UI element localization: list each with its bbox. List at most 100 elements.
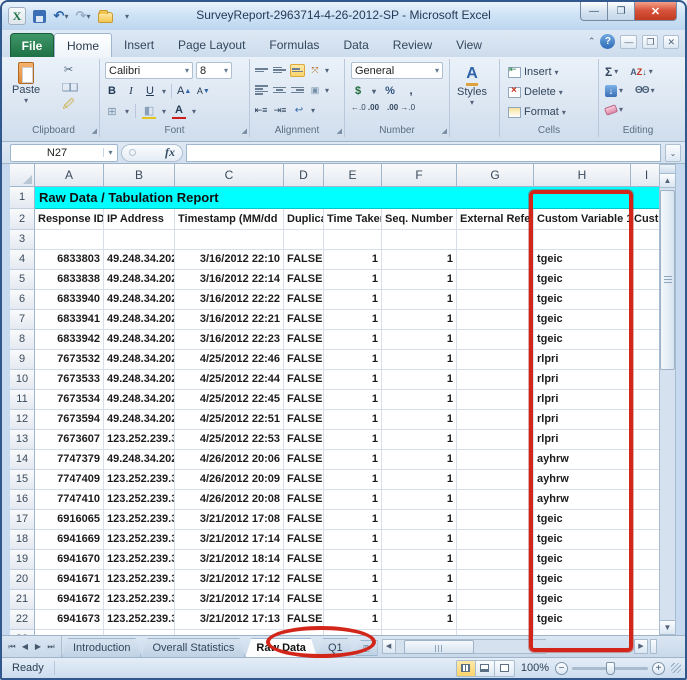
clipboard-dialog-launcher[interactable]: ◢ [92,127,97,135]
data-cell[interactable]: 1 [324,410,382,430]
maximize-button[interactable]: ❐ [608,2,635,21]
borders-button[interactable]: ⊞ [105,103,119,119]
row-number[interactable]: 7 [10,310,35,330]
paste-button[interactable]: Paste ▾ [12,62,40,105]
data-cell[interactable]: 3/21/2012 17:08 [175,510,284,530]
decrease-decimal-button[interactable]: .00 →.0 [387,103,415,112]
data-cell[interactable]: FALSE [284,590,324,610]
data-cell[interactable]: 4/25/2012 22:45 [175,390,284,410]
data-cell[interactable]: FALSE [284,470,324,490]
data-cell[interactable] [631,250,662,270]
data-cell[interactable]: 123.252.239.3 [104,470,175,490]
sheet-tab-raw-data[interactable]: Raw Data [245,638,317,657]
row-number[interactable]: 9 [10,350,35,370]
file-tab[interactable]: File [10,33,54,57]
data-cell[interactable]: 6941670 [35,550,104,570]
copy-button[interactable]: ❏❏ [60,80,77,95]
data-cell[interactable]: 49.248.34.202 [104,450,175,470]
data-cell[interactable] [631,450,662,470]
data-cell[interactable]: 1 [382,550,457,570]
ribbon-tab-home[interactable]: Home [54,33,112,57]
data-cell[interactable]: 1 [382,390,457,410]
data-cell[interactable]: 4/25/2012 22:53 [175,430,284,450]
column-header-I[interactable]: I [631,164,662,187]
column-header-E[interactable]: E [324,164,382,187]
data-cell[interactable]: FALSE [284,530,324,550]
data-cell[interactable]: ayhrw [534,450,631,470]
autosum-button[interactable]: Σ [605,65,612,79]
next-sheet-icon[interactable]: ▶ [32,642,44,651]
customize-qat-button[interactable]: ▾ [118,7,136,25]
data-cell[interactable]: 1 [382,430,457,450]
data-cell[interactable]: 1 [324,330,382,350]
row-number[interactable]: 4 [10,250,35,270]
zoom-out-button[interactable]: − [555,662,568,675]
horizontal-scrollbar[interactable]: ◀ [382,639,546,655]
row-number[interactable]: 2 [10,209,35,230]
data-cell[interactable] [457,270,534,290]
data-cell[interactable]: 1 [382,510,457,530]
row-number[interactable]: 3 [10,230,35,250]
data-cell[interactable]: 1 [324,310,382,330]
data-cell[interactable]: 7747410 [35,490,104,510]
data-cell[interactable] [457,230,534,250]
scroll-down-icon[interactable]: ▼ [660,620,675,634]
data-cell[interactable]: tgeic [534,270,631,290]
select-all-corner[interactable] [10,164,35,187]
data-cell[interactable]: 4/26/2012 20:06 [175,450,284,470]
data-cell[interactable] [457,570,534,590]
data-cell[interactable]: 1 [324,250,382,270]
data-cell[interactable]: tgeic [534,530,631,550]
row-number[interactable]: 16 [10,490,35,510]
data-cell[interactable]: FALSE [284,410,324,430]
row-number[interactable]: 8 [10,330,35,350]
data-cell[interactable] [104,230,175,250]
row-number[interactable]: 10 [10,370,35,390]
data-cell[interactable]: 4/25/2012 22:51 [175,410,284,430]
data-cell[interactable]: tgeic [534,510,631,530]
column-header-C[interactable]: C [175,164,284,187]
bottom-align-button[interactable] [290,64,305,77]
accounting-format-button[interactable]: $ [351,83,365,99]
shrink-font-button[interactable]: A▼ [196,83,210,99]
fill-color-dropdown-icon[interactable]: ▾ [162,107,166,116]
data-cell[interactable]: 4/26/2012 20:09 [175,470,284,490]
minimize-button[interactable]: — [580,2,608,21]
split-handle[interactable] [660,165,675,174]
data-cell[interactable]: FALSE [284,350,324,370]
horizontal-scroll-thumb[interactable] [404,640,474,654]
data-cell[interactable] [631,430,662,450]
column-header-D[interactable]: D [284,164,324,187]
data-cell[interactable]: 123.252.239.3 [104,430,175,450]
data-cell[interactable]: 3/16/2012 22:14 [175,270,284,290]
data-cell[interactable] [631,530,662,550]
row-number[interactable]: 14 [10,450,35,470]
paste-dropdown-icon[interactable]: ▾ [24,96,28,105]
data-cell[interactable]: 123.252.239.3 [104,510,175,530]
underline-dropdown-icon[interactable]: ▾ [162,87,166,96]
data-cell[interactable] [457,350,534,370]
data-cell[interactable]: 1 [324,270,382,290]
workbook-minimize-button[interactable]: — [620,35,637,49]
data-cell[interactable]: 7673532 [35,350,104,370]
data-cell[interactable]: FALSE [284,290,324,310]
data-cell[interactable]: FALSE [284,250,324,270]
ribbon-tab-formulas[interactable]: Formulas [257,33,331,57]
column-header-G[interactable]: G [457,164,534,187]
top-align-button[interactable] [254,64,269,77]
page-layout-view-button[interactable] [476,661,495,676]
field-header-cell[interactable]: Time Taken [324,209,382,230]
data-cell[interactable]: 3/16/2012 22:10 [175,250,284,270]
merge-center-dropdown-icon[interactable]: ▾ [325,86,329,95]
field-header-cell[interactable]: Duplicate [284,209,324,230]
data-cell[interactable]: 1 [382,410,457,430]
data-cell[interactable]: FALSE [284,450,324,470]
data-cell[interactable]: FALSE [284,570,324,590]
row-number[interactable]: 13 [10,430,35,450]
row-number[interactable]: 17 [10,510,35,530]
data-cell[interactable] [631,570,662,590]
format-cells-button[interactable]: Format▾ [508,103,566,121]
cut-button[interactable]: ✂ [60,62,77,77]
data-cell[interactable]: tgeic [534,570,631,590]
data-cell[interactable]: 1 [324,610,382,630]
